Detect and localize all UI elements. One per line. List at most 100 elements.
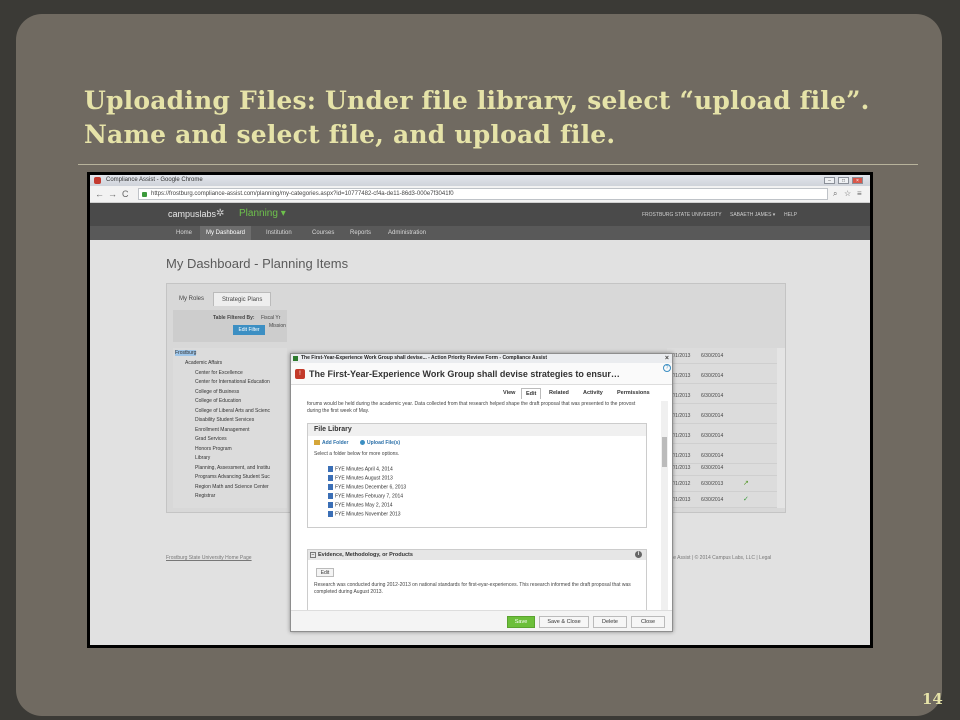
folder-icon [314, 440, 320, 446]
filter-box: Table Filtered By: Fiscal Yr Mission Edi… [173, 310, 287, 342]
menu-icon[interactable]: ≡ [857, 190, 862, 198]
module-switcher[interactable]: Planning ▾ [239, 208, 286, 219]
forward-icon[interactable]: → [108, 189, 117, 199]
slide-title: Uploading Files: Under file library, sel… [84, 86, 870, 149]
file-item[interactable]: FYE Minutes December 6, 2013 [328, 484, 406, 490]
end-date: 6/30/2014 [701, 433, 724, 439]
bookmark-star-icon[interactable]: ☆ [844, 190, 851, 198]
tab-my-roles[interactable]: My Roles [171, 292, 212, 306]
info-icon[interactable]: i [635, 551, 642, 558]
favicon-icon [94, 177, 101, 184]
footer-home-link[interactable]: Frostburg State University Home Page [166, 555, 252, 561]
browser-window-title: Compliance Assist - Google Chrome [106, 177, 203, 183]
tree-item[interactable]: Center for Excellence [195, 370, 243, 376]
start-date: 7/1/2013 [671, 413, 691, 419]
browser-titlebar: Compliance Assist - Google Chrome – □ × [90, 175, 870, 186]
close-icon[interactable]: × [852, 177, 863, 184]
nav-my-dashboard[interactable]: My Dashboard [200, 226, 252, 240]
tree-item[interactable]: College of Liberal Arts and Scienc [195, 408, 270, 414]
file-item[interactable]: FYE Minutes April 4, 2014 [328, 466, 393, 472]
tree-item[interactable]: Planning, Assessment, and Institu [195, 465, 270, 471]
save-close-button[interactable]: Save & Close [539, 616, 589, 628]
collapse-icon[interactable]: − [310, 552, 316, 558]
modal-scroll-thumb[interactable] [662, 437, 667, 467]
nav-reports[interactable]: Reports [344, 226, 377, 240]
tree-item[interactable]: Center for International Education [195, 379, 270, 385]
campuslabs-logo[interactable]: campuslabs [168, 209, 216, 219]
file-item[interactable]: FYE Minutes August 2013 [328, 475, 393, 481]
tree-item[interactable]: Grad Services [195, 436, 227, 442]
file-library-title: File Library [308, 424, 646, 436]
tab-edit[interactable]: Edit [521, 388, 542, 399]
tab-related[interactable]: Related [545, 388, 573, 399]
maximize-icon[interactable]: □ [838, 177, 849, 184]
table-row: 7/1/2013 6/30/2014 ✓ [667, 492, 777, 508]
minimize-icon[interactable]: – [824, 177, 835, 184]
help-icon[interactable]: ? [663, 364, 671, 372]
app-nav: Home My Dashboard Institution Courses Re… [90, 226, 870, 240]
modal-close-icon[interactable]: × [665, 354, 669, 363]
tree-item[interactable]: Disability Student Services [195, 417, 254, 423]
tab-activity[interactable]: Activity [579, 388, 607, 399]
edit-filter-button[interactable]: Edit Filter [233, 325, 265, 335]
back-icon[interactable]: ← [95, 189, 104, 199]
modal-body: forums would be held during the academic… [299, 401, 649, 621]
modal-heading: The First-Year-Experience Work Group sha… [309, 369, 620, 379]
tree-item[interactable]: Academic Affairs [185, 360, 222, 366]
start-date: 7/1/2013 [671, 353, 691, 359]
reload-icon[interactable]: C [122, 189, 129, 199]
tree-item[interactable]: College of Education [195, 398, 241, 404]
tree-item[interactable]: College of Business [195, 389, 239, 395]
delete-button[interactable]: Delete [593, 616, 627, 628]
tab-permissions[interactable]: Permissions [613, 388, 654, 399]
add-folder-button[interactable]: Add Folder [314, 440, 348, 446]
nav-home[interactable]: Home [170, 226, 198, 240]
file-item[interactable]: FYE Minutes November 2013 [328, 511, 401, 517]
nav-institution[interactable]: Institution [260, 226, 298, 240]
table-row: 7/1/2013 6/30/2014 [667, 368, 777, 384]
url-input[interactable]: https://frostburg.compliance-assist.com/… [138, 188, 828, 200]
page-number: 14 [922, 690, 943, 708]
close-button[interactable]: Close [631, 616, 665, 628]
help-link[interactable]: HELP [784, 212, 797, 218]
table-scrollbar[interactable] [777, 348, 785, 508]
evidence-edit-button[interactable]: Edit [316, 568, 334, 577]
save-button[interactable]: Save [507, 616, 535, 628]
app-header: campuslabs ✲ Planning ▾ FROSTBURG STATE … [90, 203, 870, 226]
tree-item[interactable]: Programs Advancing Student Suc [195, 474, 270, 480]
planning-item-modal: The First-Year-Experience Work Group sha… [290, 353, 673, 632]
file-library-note: Select a folder below for more options. [314, 451, 400, 457]
evidence-text: Research was conducted during 2012-2013 … [314, 582, 631, 595]
document-icon [328, 466, 333, 472]
file-item[interactable]: FYE Minutes May 2, 2014 [328, 502, 393, 508]
file-library: File Library Add Folder Upload File(s) S… [307, 423, 647, 528]
tree-item[interactable]: Frostburg [175, 350, 197, 356]
action-priority-icon: ! [295, 369, 305, 379]
file-item[interactable]: FYE Minutes February 7, 2014 [328, 493, 403, 499]
tree-item[interactable]: Honors Program [195, 446, 232, 452]
evidence-header[interactable]: − Evidence, Methodology, or Products i [308, 550, 646, 560]
nav-courses[interactable]: Courses [306, 226, 340, 240]
tree-item[interactable]: Library [195, 455, 210, 461]
tree-item[interactable]: Enrollment Management [195, 427, 249, 433]
document-icon [328, 475, 333, 481]
document-icon [328, 511, 333, 517]
table-row: 7/1/2013 6/30/2014 [667, 428, 777, 444]
table-row: 7/1/2013 6/30/2014 [667, 348, 777, 364]
modal-scrollbar[interactable] [661, 401, 668, 621]
end-date: 6/30/2014 [701, 497, 724, 503]
start-date: 7/1/2013 [671, 393, 691, 399]
check-icon: ✓ [743, 496, 749, 503]
tree-item[interactable]: Region Math and Science Center [195, 484, 269, 490]
start-date: 7/1/2013 [671, 433, 691, 439]
tree-item[interactable]: Registrar [195, 493, 215, 499]
zoom-icon[interactable]: ⌕ [833, 190, 837, 198]
upload-files-button[interactable]: Upload File(s) [360, 440, 400, 446]
file-name: FYE Minutes December 6, 2013 [335, 484, 407, 491]
nav-administration[interactable]: Administration [382, 226, 432, 240]
table-row: 7/1/2013 6/30/2014 [667, 388, 777, 404]
tab-strategic-plans[interactable]: Strategic Plans [213, 292, 272, 306]
user-menu[interactable]: SABAETH JAMES ▾ [730, 212, 775, 218]
tab-view[interactable]: View [499, 388, 519, 399]
end-date: 6/30/2014 [701, 373, 724, 379]
